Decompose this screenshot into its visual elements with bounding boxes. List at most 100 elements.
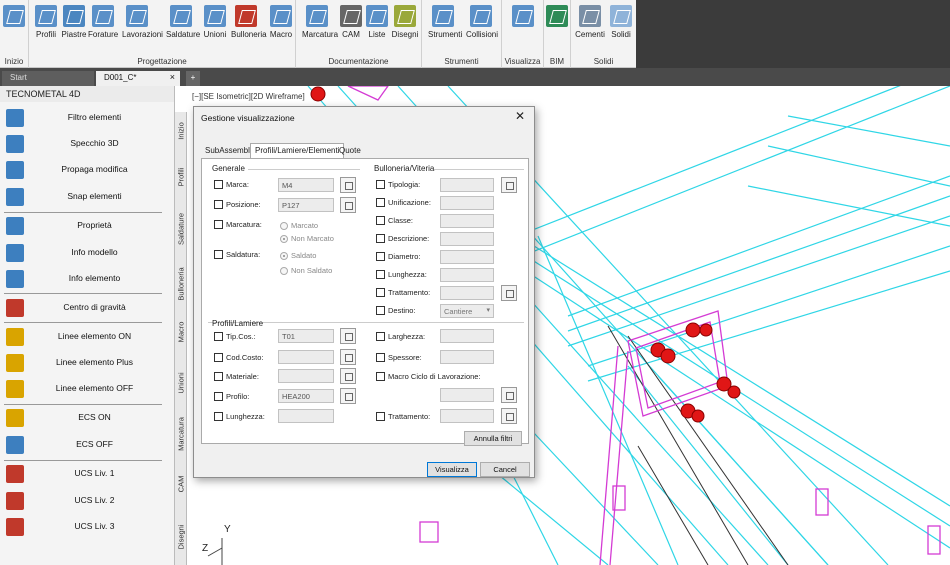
tab-start[interactable]: Start [2, 71, 94, 86]
macro-ciclo-pick-button[interactable] [501, 387, 517, 403]
profilo-pick-button[interactable] [340, 388, 356, 404]
posizione-checkbox[interactable] [214, 200, 223, 209]
codcosto-pick-button[interactable] [340, 349, 356, 365]
tipologia-pick-button[interactable] [501, 177, 517, 193]
panel-item-specchio-3d[interactable]: Specchio 3D [0, 132, 163, 156]
vtab-unioni[interactable]: Unioni [175, 364, 187, 402]
tipcos-checkbox[interactable] [214, 332, 223, 341]
larghezza-checkbox[interactable] [376, 332, 385, 341]
saldatura-checkbox[interactable] [214, 250, 223, 259]
annulla-filtri-button[interactable]: Annulla filtri [464, 431, 522, 446]
new-tab-button[interactable]: + [186, 71, 200, 86]
marcatura-button[interactable]: Marcatura [302, 3, 338, 49]
marcato-radio[interactable]: Marcato [280, 220, 350, 232]
tipcos-pick-button[interactable] [340, 328, 356, 344]
codcosto-checkbox[interactable] [214, 353, 223, 362]
collisioni-button[interactable]: Collisioni [466, 3, 498, 49]
materiale-checkbox[interactable] [214, 372, 223, 381]
codcosto-field[interactable] [278, 350, 334, 364]
vtab-cam[interactable]: CAM [175, 468, 187, 500]
visualizza-button[interactable]: Visualizza [427, 462, 477, 477]
saldato-radio[interactable]: Saldato [280, 250, 350, 262]
vtab-macro[interactable]: Macro [175, 314, 187, 350]
classe-field[interactable] [440, 214, 494, 228]
panel-item-info-modello[interactable]: Info modello [0, 241, 163, 265]
marcatura-checkbox[interactable] [214, 220, 223, 229]
liste-button[interactable]: Liste [362, 3, 392, 49]
tipcos-field[interactable]: T01 [278, 329, 334, 343]
forature-button[interactable]: Forature [88, 3, 118, 49]
tab-quote[interactable]: Quote [335, 144, 365, 158]
solidi-button[interactable]: Solidi [606, 3, 636, 49]
panel-item-propaga-modifica[interactable]: Propaga modifica [0, 158, 163, 182]
lunghezza-prof-checkbox[interactable] [214, 412, 223, 421]
posizione-field[interactable]: P127 [278, 198, 334, 212]
marca-checkbox[interactable] [214, 180, 223, 189]
unioni-button[interactable]: Unioni [200, 3, 230, 49]
dialog-close-icon[interactable]: ✕ [512, 109, 528, 125]
posizione-pick-button[interactable] [340, 197, 356, 213]
unificazione-field[interactable] [440, 196, 494, 210]
cancel-button[interactable]: Cancel [480, 462, 530, 477]
bim-button[interactable] [545, 3, 569, 49]
panel-item-ecs-on[interactable]: ECS ON [0, 406, 163, 430]
vtab-disegni[interactable]: Disegni [175, 516, 187, 558]
inizio-button[interactable] [2, 3, 26, 49]
non-marcato-radio[interactable]: Non Marcato [280, 233, 350, 245]
cementi-button[interactable]: Cementi [575, 3, 605, 49]
macro-ciclo-field[interactable] [440, 388, 494, 402]
panel-item-centro-di-gravita[interactable]: Centro di gravità [0, 296, 163, 320]
diametro-checkbox[interactable] [376, 252, 385, 261]
panel-item-ucs-liv-3[interactable]: UCS Liv. 3 [0, 515, 163, 539]
strumenti-button[interactable]: Strumenti [428, 3, 462, 49]
trattamento-bull-checkbox[interactable] [376, 288, 385, 297]
vtab-bulloneria[interactable]: Bulloneria [175, 258, 187, 310]
materiale-field[interactable] [278, 369, 334, 383]
materiale-pick-button[interactable] [340, 368, 356, 384]
classe-checkbox[interactable] [376, 216, 385, 225]
panel-item-linee-elemento-on[interactable]: Linee elemento ON [0, 325, 163, 349]
marca-pick-button[interactable] [340, 177, 356, 193]
vtab-marcatura[interactable]: Marcatura [175, 408, 187, 460]
lunghezza-bull-checkbox[interactable] [376, 270, 385, 279]
non-saldato-radio[interactable]: Non Saldato [280, 265, 350, 277]
panel-item-proprieta[interactable]: Proprietà [0, 214, 163, 238]
lunghezza-prof-field[interactable] [278, 409, 334, 423]
vtab-saldature[interactable]: Saldature [175, 204, 187, 254]
marca-field[interactable]: M4 [278, 178, 334, 192]
vtab-profili[interactable]: Profili [175, 156, 187, 198]
panel-item-info-elemento[interactable]: Info elemento [0, 267, 163, 291]
macro-button[interactable]: Macro [266, 3, 296, 49]
viewport-view-label[interactable]: [−][SE Isometric][2D Wireframe] [192, 92, 305, 101]
vtab-inizio[interactable]: Inizio [175, 112, 187, 150]
panel-item-ecs-off[interactable]: ECS OFF [0, 433, 163, 457]
trattamento-prof-checkbox[interactable] [376, 412, 385, 421]
lavorazioni-button[interactable]: Lavorazioni [122, 3, 163, 49]
descrizione-checkbox[interactable] [376, 234, 385, 243]
panel-item-linee-elemento-off[interactable]: Linee elemento OFF [0, 377, 163, 401]
panel-item-ucs-liv-1[interactable]: UCS Liv. 1 [0, 462, 163, 486]
trattamento-bull-pick-button[interactable] [501, 285, 517, 301]
tipologia-checkbox[interactable] [376, 180, 385, 189]
spessore-checkbox[interactable] [376, 353, 385, 362]
profilo-checkbox[interactable] [214, 392, 223, 401]
trattamento-prof-pick-button[interactable] [501, 408, 517, 424]
saldature-button[interactable]: Saldature [166, 3, 200, 49]
trattamento-prof-field[interactable] [440, 409, 494, 423]
visualizza-button[interactable] [508, 3, 538, 49]
panel-item-snap-elementi[interactable]: Snap elementi [0, 185, 163, 209]
profili-button[interactable]: Profili [31, 3, 61, 49]
profilo-field[interactable]: HEA200 [278, 389, 334, 403]
bulloneria-button[interactable]: Bulloneria [231, 3, 267, 49]
larghezza-field[interactable] [440, 329, 494, 343]
lunghezza-bull-field[interactable] [440, 268, 494, 282]
panel-item-filtro-elementi[interactable]: Filtro elementi [0, 106, 163, 130]
tab-document[interactable]: D001_C* × [96, 71, 180, 86]
descrizione-field[interactable] [440, 232, 494, 246]
unificazione-checkbox[interactable] [376, 198, 385, 207]
panel-item-ucs-liv-2[interactable]: UCS Liv. 2 [0, 489, 163, 513]
destino-checkbox[interactable] [376, 306, 385, 315]
macro-ciclo-checkbox[interactable] [376, 372, 385, 381]
trattamento-bull-field[interactable] [440, 286, 494, 300]
spessore-field[interactable] [440, 350, 494, 364]
